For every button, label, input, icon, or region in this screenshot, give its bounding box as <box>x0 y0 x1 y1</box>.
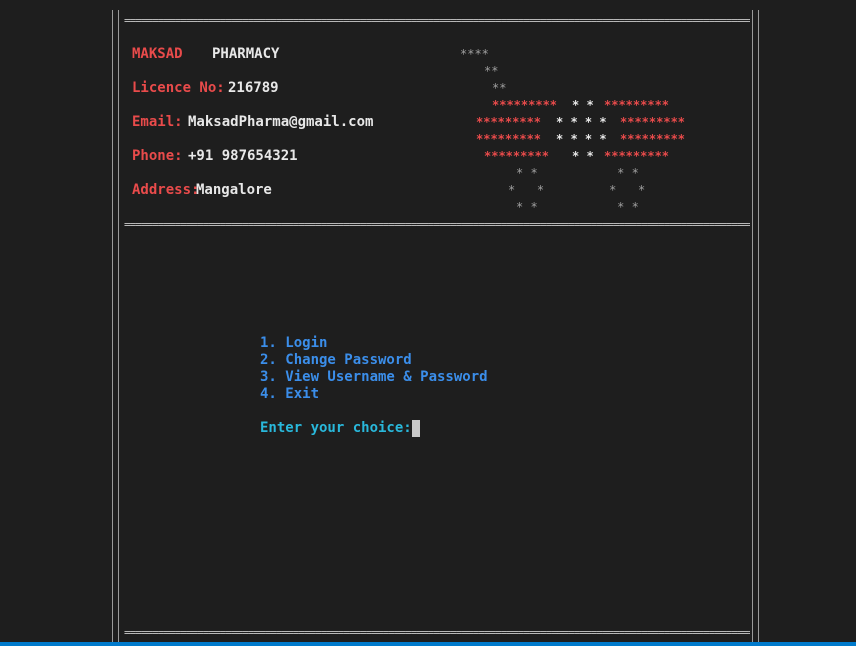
logo-row-5-left: ********* <box>476 115 542 129</box>
top-rule: ========================================… <box>124 14 750 27</box>
logo-row-4-right: ********* <box>604 98 670 112</box>
address-label: Address: <box>132 182 200 198</box>
licence-label: Licence No: <box>132 80 225 96</box>
terminal-cursor[interactable] <box>412 420 420 437</box>
address-value: Mangalore <box>196 182 272 198</box>
licence-value: 216789 <box>228 80 279 96</box>
logo-row-2: ** <box>484 64 499 78</box>
logo-row-5-right: ********* <box>620 115 686 129</box>
logo-row-9: * * * * <box>508 183 646 197</box>
email-value: MaksadPharma@gmail.com <box>188 114 374 130</box>
logo-row-6-mid: * * * * <box>556 132 607 146</box>
right-border <box>752 10 760 646</box>
brand-name: MAKSAD <box>132 46 183 62</box>
logo-row-7-right: ********* <box>604 149 670 163</box>
logo-row-8: * * * * <box>516 166 639 180</box>
logo-row-7-left: ********* <box>484 149 550 163</box>
logo-row-5-mid: * * * * <box>556 115 607 129</box>
status-bar <box>0 642 856 646</box>
logo-row-6-right: ********* <box>620 132 686 146</box>
logo-row-6-left: ********* <box>476 132 542 146</box>
logo-row-7-mid: * * <box>572 149 594 163</box>
logo-row-1: **** <box>460 47 489 61</box>
logo-row-4-mid: * * <box>572 98 594 112</box>
phone-label: Phone: <box>132 148 183 164</box>
choice-prompt: Enter your choice: <box>260 420 412 436</box>
email-label: Email: <box>132 114 183 130</box>
menu-item-exit: 4. Exit <box>260 386 320 402</box>
menu-item-view-credentials: 3. View Username & Password <box>260 369 488 385</box>
middle-rule: ========================================… <box>124 218 750 231</box>
logo-row-10: * * * * <box>516 200 639 214</box>
phone-value: +91 987654321 <box>188 148 298 164</box>
logo-row-3: ** <box>492 81 507 95</box>
logo-row-4-left: ********* <box>492 98 558 112</box>
bottom-rule: ========================================… <box>124 626 750 639</box>
left-border <box>112 10 120 646</box>
brand-suffix: PHARMACY <box>212 46 280 62</box>
menu-item-login: 1. Login <box>260 335 328 351</box>
menu-item-change-password: 2. Change Password <box>260 352 412 368</box>
